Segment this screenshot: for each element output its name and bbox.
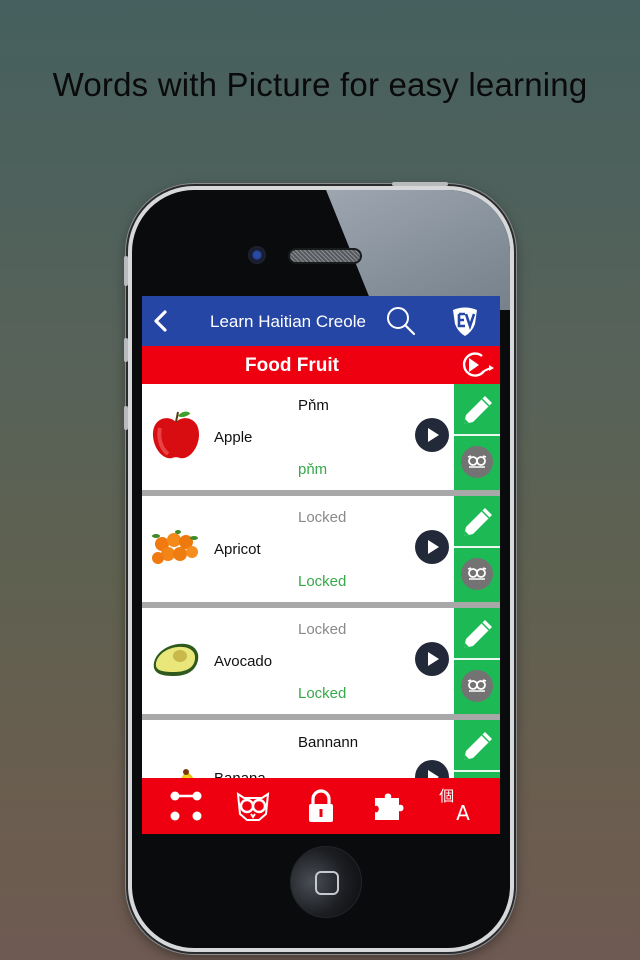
edit-button[interactable] bbox=[454, 608, 500, 660]
app-screen: Learn Haitian Creole Food Fruit Apple Pň… bbox=[142, 296, 500, 834]
category-header: Food Fruit bbox=[142, 346, 500, 384]
word-translation: Locked bbox=[298, 509, 347, 526]
owl-quiz-button[interactable] bbox=[461, 446, 493, 478]
ev-shield-logo-icon bbox=[453, 307, 477, 336]
pencil-icon bbox=[464, 620, 492, 648]
owl-icon bbox=[237, 791, 270, 821]
row-actions bbox=[454, 496, 500, 602]
owl-icon bbox=[467, 455, 487, 468]
edit-button[interactable] bbox=[454, 496, 500, 548]
home-button[interactable] bbox=[290, 846, 362, 918]
word-row-avocado[interactable]: Avocado Locked Locked bbox=[142, 608, 500, 720]
autoplay-icon bbox=[462, 352, 494, 377]
search-button[interactable] bbox=[384, 304, 418, 338]
word-phonetic: pňm bbox=[298, 461, 328, 478]
lock-icon bbox=[308, 789, 333, 822]
word-phonetic: Locked bbox=[298, 573, 347, 590]
tab-flashcards[interactable] bbox=[166, 786, 206, 826]
word-row-apricot[interactable]: Apricot Locked Locked bbox=[142, 496, 500, 608]
translate-icon-latin: A bbox=[456, 801, 470, 825]
play-audio-button[interactable] bbox=[415, 418, 449, 452]
apple-image bbox=[152, 411, 200, 459]
edit-button[interactable] bbox=[454, 384, 500, 436]
power-button bbox=[392, 182, 448, 186]
word-english: Apricot bbox=[214, 541, 261, 558]
edit-button[interactable] bbox=[454, 720, 500, 772]
ev-logo-button[interactable] bbox=[448, 304, 482, 338]
word-row-banana[interactable]: Banana Bannann bbox=[142, 720, 500, 778]
word-english: Avocado bbox=[214, 653, 273, 670]
pencil-icon bbox=[464, 508, 492, 536]
autoplay-button[interactable] bbox=[458, 349, 496, 381]
chevron-left-icon bbox=[154, 310, 167, 332]
phone-frame: Learn Haitian Creole Food Fruit Apple Pň… bbox=[128, 186, 514, 952]
volume-switch bbox=[124, 256, 128, 286]
row-actions bbox=[454, 384, 500, 490]
bottom-tab-bar: 個 A bbox=[142, 778, 500, 834]
search-icon bbox=[387, 307, 416, 336]
promo-headline: Words with Picture for easy learning bbox=[52, 66, 588, 103]
puzzle-icon bbox=[374, 793, 404, 820]
word-translation: Locked bbox=[298, 621, 347, 638]
owl-icon bbox=[467, 567, 487, 580]
tab-unlock[interactable] bbox=[301, 786, 341, 826]
pencil-icon bbox=[464, 396, 492, 424]
owl-icon bbox=[467, 679, 487, 692]
owl-quiz-button[interactable] bbox=[461, 558, 493, 590]
play-audio-button[interactable] bbox=[415, 760, 449, 778]
volume-up-button bbox=[124, 338, 128, 362]
word-english: Apple bbox=[214, 429, 253, 446]
word-translation: Pňm bbox=[298, 397, 329, 414]
banana-image bbox=[180, 769, 194, 778]
row-actions bbox=[454, 608, 500, 714]
nav-title: Learn Haitian Creole bbox=[210, 312, 366, 331]
play-audio-button[interactable] bbox=[415, 530, 449, 564]
word-list[interactable]: Apple Pňm pňm Apricot Locked Locked Avoc… bbox=[142, 384, 500, 778]
translate-icon-cjk: 個 bbox=[439, 787, 455, 805]
word-phonetic: Locked bbox=[298, 685, 347, 702]
back-button[interactable] bbox=[148, 306, 176, 336]
volume-down-button bbox=[124, 406, 128, 430]
word-row-apple[interactable]: Apple Pňm pňm bbox=[142, 384, 500, 496]
play-audio-button[interactable] bbox=[415, 642, 449, 676]
pencil-icon bbox=[464, 732, 492, 760]
tab-owl-quiz[interactable] bbox=[233, 786, 273, 826]
word-translation: Bannann bbox=[298, 734, 359, 751]
front-camera bbox=[248, 246, 266, 264]
tab-translate[interactable]: 個 A bbox=[436, 786, 476, 826]
category-title: Food Fruit bbox=[245, 355, 339, 376]
word-english: Banana bbox=[214, 770, 266, 778]
owl-quiz-button[interactable] bbox=[461, 670, 493, 702]
row-actions bbox=[454, 720, 500, 778]
earpiece-speaker bbox=[288, 248, 362, 264]
home-square-icon bbox=[315, 871, 339, 895]
avocado-image bbox=[153, 643, 199, 676]
apricot-image bbox=[152, 530, 198, 564]
tab-puzzle[interactable] bbox=[369, 786, 409, 826]
navigation-bar: Learn Haitian Creole bbox=[142, 296, 500, 346]
connect-dots-icon bbox=[170, 791, 202, 821]
